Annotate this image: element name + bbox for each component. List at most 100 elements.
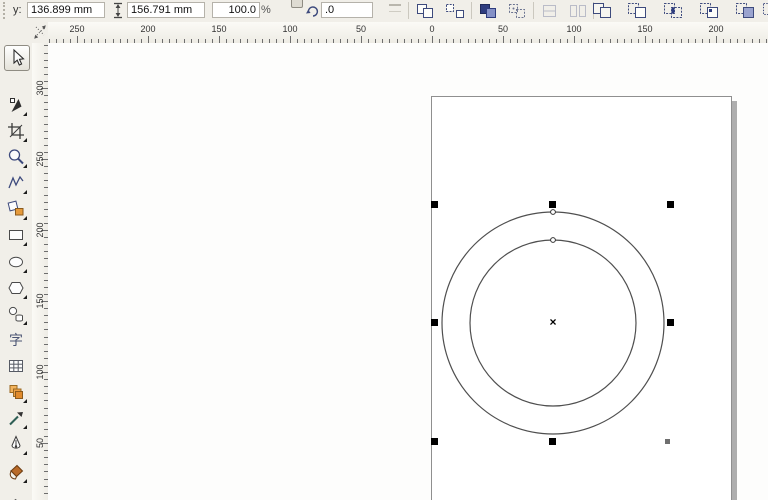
zoom-tool[interactable] (4, 145, 28, 169)
vertical-ruler[interactable]: 30025020015010050 (32, 43, 49, 500)
ruler-label: 300 (32, 81, 48, 95)
rectangle-icon (6, 225, 26, 245)
ruler-tick (574, 36, 575, 43)
basic-shapes-tool[interactable] (4, 302, 28, 326)
ruler-label: 0 (417, 24, 447, 34)
intersect-button[interactable] (660, 0, 686, 21)
rotation-angle-input[interactable] (321, 2, 373, 18)
ruler-label: 150 (204, 24, 234, 34)
selection-handle-top-left[interactable] (431, 201, 438, 208)
table-tool[interactable] (4, 354, 28, 378)
selection-center-marker[interactable]: × (545, 314, 561, 330)
ungroup-button[interactable] (442, 0, 468, 21)
distribute-button[interactable] (565, 0, 591, 21)
blend-tool[interactable] (4, 380, 28, 404)
combine-icon (478, 3, 498, 19)
ellipse-icon (6, 252, 26, 272)
ruler-tick (361, 36, 362, 43)
simplify-button[interactable] (696, 0, 722, 21)
outer-circle-node[interactable] (551, 210, 556, 215)
y-position-input[interactable] (27, 2, 105, 18)
freehand-tool[interactable] (4, 171, 28, 195)
combine-button[interactable] (475, 0, 501, 21)
ruler-label: 150 (630, 24, 660, 34)
ruler-label: 250 (62, 24, 92, 34)
ruler-label: 50 (32, 436, 48, 450)
toolbar-drag-grip[interactable] (3, 2, 5, 19)
ruler-label: 100 (275, 24, 305, 34)
text-icon: 字 (6, 330, 26, 350)
pick-tool[interactable] (4, 45, 30, 71)
ruler-tick (219, 36, 220, 43)
intersect-icon (662, 2, 684, 19)
fill-icon (6, 462, 26, 482)
outline-pen-icon (6, 434, 26, 454)
align-button[interactable] (537, 0, 563, 21)
selection-handle-middle-right[interactable] (667, 319, 674, 326)
coreldraw-workspace: y: % (0, 0, 768, 500)
object-height-input[interactable] (127, 2, 205, 18)
selection-handle-middle-left[interactable] (431, 319, 438, 326)
crop-icon (6, 121, 26, 141)
ruler-label: 250 (32, 152, 48, 166)
freehand-icon (6, 173, 26, 193)
smart-fill-tool[interactable] (4, 197, 28, 221)
blend-icon (6, 382, 26, 402)
trim-button[interactable] (624, 0, 650, 21)
interactive-fill-icon (6, 496, 26, 500)
ellipse-tool[interactable] (4, 250, 28, 274)
front-minus-back-button[interactable] (732, 0, 758, 21)
rotate-icon (305, 3, 319, 23)
ruler-label: 200 (701, 24, 731, 34)
percent-label: % (261, 4, 271, 16)
ruler-label: 50 (488, 24, 518, 34)
table-icon (6, 356, 26, 376)
zoom-icon (6, 147, 26, 167)
drawing-canvas[interactable]: × (48, 43, 768, 500)
shape-icon (6, 95, 26, 115)
selection-handle-bottom-center[interactable] (549, 438, 556, 445)
outline-pen-tool[interactable] (4, 432, 28, 456)
shape-tool[interactable] (4, 93, 28, 117)
eyedropper-tool[interactable] (4, 406, 28, 430)
eyedropper-icon (6, 408, 26, 428)
horizontal-ruler[interactable]: 25020015010050050100150200 (48, 22, 768, 44)
simplify-icon (698, 2, 720, 19)
selection-handle-top-right[interactable] (667, 201, 674, 208)
selection-handle-top-center[interactable] (549, 201, 556, 208)
crop-tool[interactable] (4, 119, 28, 143)
selection-handle-bottom-left[interactable] (431, 438, 438, 445)
lock-ratio-icon[interactable] (291, 0, 303, 8)
toolbox: 字 (0, 22, 32, 500)
ruler-tick (148, 36, 149, 43)
ruler-origin[interactable] (32, 22, 48, 44)
ruler-label: 200 (32, 223, 48, 237)
polygon-tool[interactable] (4, 276, 28, 300)
align-icon (540, 3, 560, 19)
ruler-origin-icon (32, 22, 48, 42)
property-bar: y: % (0, 0, 768, 23)
toolbar-separator (408, 2, 409, 19)
ruler-label: 150 (32, 294, 48, 308)
rectangle-tool[interactable] (4, 223, 28, 247)
ungroup-icon (445, 3, 465, 19)
selected-shapes[interactable] (48, 43, 768, 500)
inner-circle-node[interactable] (551, 238, 556, 243)
toolbar-separator (471, 2, 472, 19)
smart-fill-icon (6, 199, 26, 219)
fill-tool[interactable] (4, 460, 28, 484)
break-apart-button[interactable] (504, 0, 530, 21)
interactive-fill-tool[interactable] (4, 494, 28, 500)
ruler-tick (77, 36, 78, 43)
weld-button[interactable] (589, 0, 615, 21)
group-button[interactable] (412, 0, 438, 21)
mirror-buttons-icon[interactable] (389, 4, 401, 12)
basic-shapes-icon (6, 304, 26, 324)
text-tool[interactable]: 字 (4, 328, 28, 352)
distribute-icon (568, 3, 588, 19)
scale-factor-input[interactable] (212, 2, 260, 18)
ruler-tick (503, 36, 504, 43)
back-minus-front-button[interactable] (759, 0, 768, 21)
trim-icon (626, 2, 648, 19)
selection-handle-bottom-right[interactable] (665, 439, 670, 444)
